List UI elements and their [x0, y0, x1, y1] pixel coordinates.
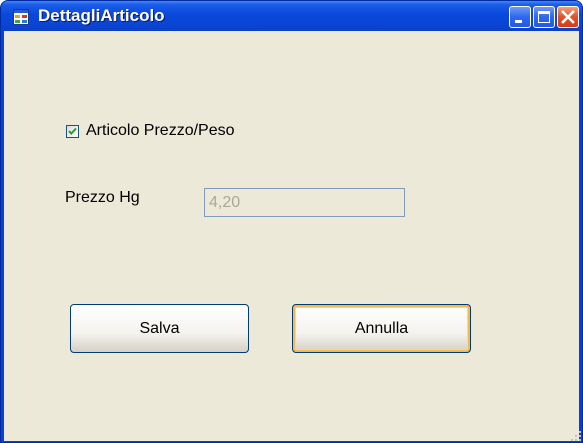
window-title: DettagliArticolo: [38, 6, 165, 25]
dialog-window: DettagliArticolo Articolo Prezzo/Peso Pr…: [0, 0, 583, 443]
minimize-icon: [515, 20, 522, 23]
price-weight-checkbox[interactable]: [66, 125, 79, 138]
maximize-button[interactable]: [533, 6, 555, 28]
save-button[interactable]: Salva: [70, 304, 249, 353]
resize-grip-icon[interactable]: [570, 430, 582, 442]
cancel-button[interactable]: Annulla: [292, 304, 471, 353]
title-bar[interactable]: DettagliArticolo: [1, 1, 582, 31]
price-weight-checkbox-label[interactable]: Articolo Prezzo/Peso: [86, 122, 235, 140]
price-hg-label: Prezzo Hg: [65, 189, 140, 206]
dialog-client-area: Articolo Prezzo/Peso Prezzo Hg 4,20 Salv…: [4, 31, 582, 442]
maximize-icon: [538, 11, 550, 23]
checkmark-icon: [68, 127, 77, 135]
close-icon: [561, 10, 575, 24]
form-icon: [13, 9, 29, 25]
minimize-button[interactable]: [509, 6, 531, 28]
price-hg-input[interactable]: 4,20: [204, 188, 405, 217]
close-button[interactable]: [557, 6, 579, 28]
